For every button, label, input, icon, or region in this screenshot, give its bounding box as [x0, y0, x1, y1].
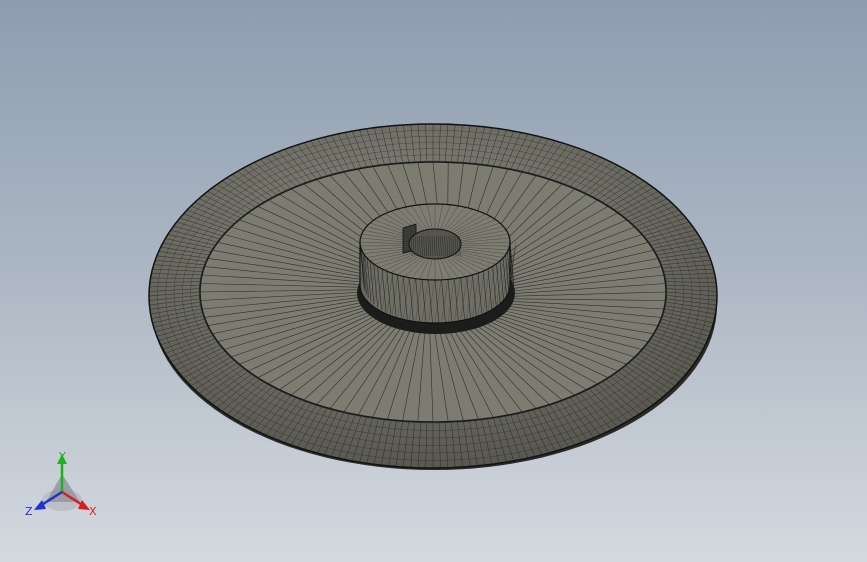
y-axis-label: Y	[58, 450, 66, 463]
x-axis-label: X	[89, 505, 97, 518]
view-triad[interactable]: Y X Z	[22, 448, 108, 524]
handwheel-model[interactable]	[0, 0, 867, 562]
z-axis-label: Z	[25, 505, 33, 518]
graphics-viewport[interactable]: Y X Z	[0, 0, 867, 562]
